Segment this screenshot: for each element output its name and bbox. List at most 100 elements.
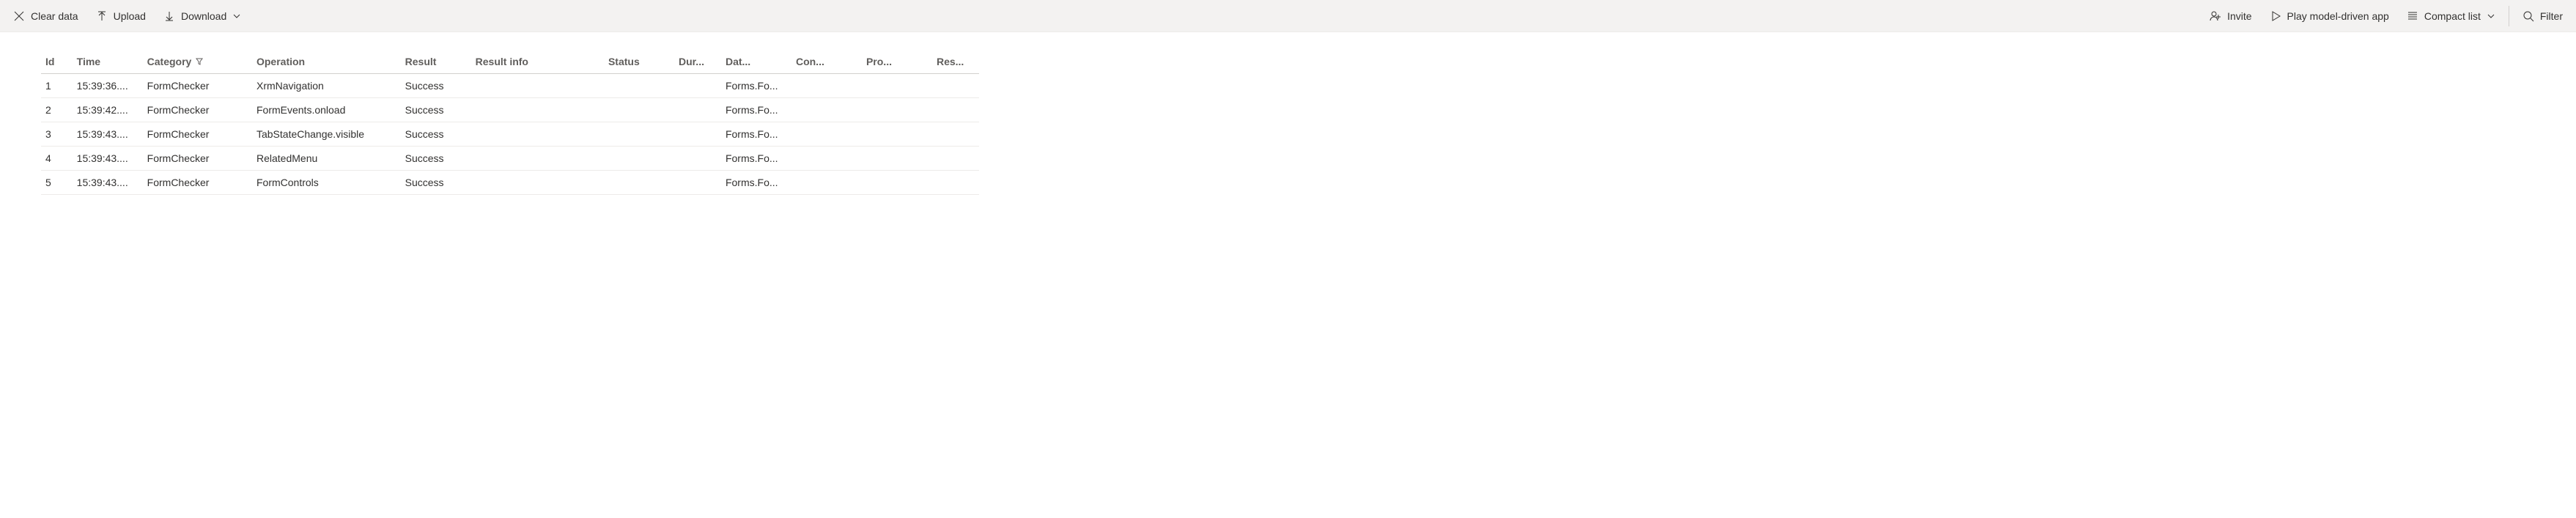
column-header-duration[interactable]: Dur... [674, 50, 721, 74]
invite-label: Invite [2227, 10, 2251, 22]
upload-label: Upload [114, 10, 146, 22]
table-header-row: Id Time Category Operation Result Result… [41, 50, 979, 74]
cell-status [604, 98, 674, 122]
chevron-down-icon [2487, 12, 2495, 21]
column-header-process[interactable]: Pro... [862, 50, 932, 74]
cell-resource [932, 147, 979, 171]
table-row[interactable]: 315:39:43....FormCheckerTabStateChange.v… [41, 122, 979, 147]
cell-operation: TabStateChange.visible [252, 122, 401, 147]
cell-resource [932, 98, 979, 122]
column-header-operation[interactable]: Operation [252, 50, 401, 74]
column-header-result[interactable]: Result [401, 50, 471, 74]
cell-duration [674, 147, 721, 171]
column-header-result-info[interactable]: Result info [471, 50, 604, 74]
list-icon [2407, 10, 2418, 22]
column-header-id[interactable]: Id [41, 50, 73, 74]
cell-result: Success [401, 147, 471, 171]
cell-id: 3 [41, 122, 73, 147]
data-table: Id Time Category Operation Result Result… [41, 50, 979, 195]
column-header-resource[interactable]: Res... [932, 50, 979, 74]
cell-time: 15:39:36.... [73, 74, 143, 98]
table-row[interactable]: 115:39:36....FormCheckerXrmNavigationSuc… [41, 74, 979, 98]
column-header-category[interactable]: Category [143, 50, 252, 74]
invite-icon [2210, 10, 2221, 22]
cell-resource [932, 74, 979, 98]
download-label: Download [181, 10, 226, 22]
cell-context [791, 147, 862, 171]
cell-category: FormChecker [143, 98, 252, 122]
chevron-down-icon [232, 12, 241, 21]
cell-context [791, 74, 862, 98]
cell-time: 15:39:43.... [73, 171, 143, 195]
cell-category: FormChecker [143, 171, 252, 195]
cell-result: Success [401, 98, 471, 122]
cell-id: 1 [41, 74, 73, 98]
cell-id: 2 [41, 98, 73, 122]
invite-button[interactable]: Invite [2202, 6, 2259, 26]
column-header-context[interactable]: Con... [791, 50, 862, 74]
cell-duration [674, 74, 721, 98]
cell-time: 15:39:43.... [73, 122, 143, 147]
clear-data-label: Clear data [31, 10, 78, 22]
cell-data: Forms.Fo... [721, 147, 791, 171]
column-header-status[interactable]: Status [604, 50, 674, 74]
cell-result: Success [401, 74, 471, 98]
cell-id: 4 [41, 147, 73, 171]
cell-process [862, 147, 932, 171]
cell-result_info [471, 74, 604, 98]
table-row[interactable]: 515:39:43....FormCheckerFormControlsSucc… [41, 171, 979, 195]
cell-duration [674, 122, 721, 147]
cell-time: 15:39:42.... [73, 98, 143, 122]
cell-result_info [471, 147, 604, 171]
column-header-data[interactable]: Dat... [721, 50, 791, 74]
cell-category: FormChecker [143, 74, 252, 98]
play-app-label: Play model-driven app [2287, 10, 2389, 22]
cell-operation: RelatedMenu [252, 147, 401, 171]
upload-icon [96, 10, 108, 22]
cell-operation: FormEvents.onload [252, 98, 401, 122]
compact-list-button[interactable]: Compact list [2399, 6, 2503, 26]
cell-result_info [471, 122, 604, 147]
cell-duration [674, 98, 721, 122]
cell-context [791, 122, 862, 147]
search-icon [2523, 10, 2534, 22]
cell-status [604, 147, 674, 171]
cell-process [862, 74, 932, 98]
table-row[interactable]: 215:39:42....FormCheckerFormEvents.onloa… [41, 98, 979, 122]
compact-list-label: Compact list [2424, 10, 2481, 22]
cell-data: Forms.Fo... [721, 122, 791, 147]
cell-process [862, 98, 932, 122]
clear-data-button[interactable]: Clear data [6, 6, 86, 26]
upload-button[interactable]: Upload [89, 6, 153, 26]
play-app-button[interactable]: Play model-driven app [2262, 6, 2396, 26]
cell-process [862, 122, 932, 147]
toolbar: Clear data Upload Download Invite [0, 0, 2576, 32]
cell-result_info [471, 98, 604, 122]
cell-context [791, 171, 862, 195]
filter-label: Filter [2540, 10, 2563, 22]
cell-resource [932, 122, 979, 147]
cell-process [862, 171, 932, 195]
cell-data: Forms.Fo... [721, 171, 791, 195]
cell-operation: FormControls [252, 171, 401, 195]
download-icon [163, 10, 175, 22]
cell-resource [932, 171, 979, 195]
cell-category: FormChecker [143, 147, 252, 171]
cell-data: Forms.Fo... [721, 74, 791, 98]
cell-status [604, 122, 674, 147]
filter-button[interactable]: Filter [2515, 6, 2570, 26]
cell-context [791, 98, 862, 122]
cell-category: FormChecker [143, 122, 252, 147]
close-icon [13, 10, 25, 22]
column-header-time[interactable]: Time [73, 50, 143, 74]
cell-duration [674, 171, 721, 195]
table-row[interactable]: 415:39:43....FormCheckerRelatedMenuSucce… [41, 147, 979, 171]
cell-result_info [471, 171, 604, 195]
cell-status [604, 171, 674, 195]
filter-funnel-icon [196, 56, 203, 67]
cell-result: Success [401, 122, 471, 147]
play-icon [2270, 10, 2281, 22]
download-button[interactable]: Download [156, 6, 248, 26]
cell-status [604, 74, 674, 98]
cell-operation: XrmNavigation [252, 74, 401, 98]
